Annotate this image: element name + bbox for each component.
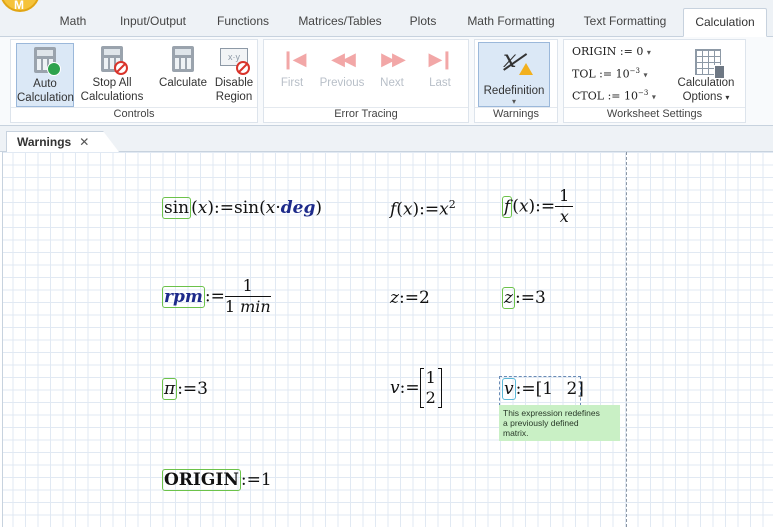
redefinition-warning-tooltip: This expression redefines a previously d… bbox=[499, 405, 620, 441]
disable-region-icon: x·y bbox=[220, 45, 250, 75]
chevron-down-icon: ▾ bbox=[725, 93, 730, 102]
first-icon: ❙◀ bbox=[280, 49, 307, 69]
auto-calculation-icon bbox=[31, 46, 61, 76]
worksheet-settings-group-label: Worksheet Settings bbox=[564, 107, 745, 121]
next-icon: ▶▶ bbox=[381, 49, 406, 69]
redefinition-highlight: rpm bbox=[162, 285, 205, 308]
tol-setting[interactable]: TOL := 10−3 ▾ bbox=[572, 67, 647, 81]
math-region-rpm-definition[interactable]: rpm:= 1 1 min bbox=[162, 276, 271, 317]
chevron-down-icon: ▾ bbox=[643, 70, 648, 80]
redefinition-highlight: v bbox=[502, 378, 516, 400]
first-error-button[interactable]: ❙◀ First bbox=[272, 43, 312, 107]
redefinition-button[interactable]: x Redefinition ▾ bbox=[478, 42, 550, 107]
warnings-group: x Redefinition ▾ Warnings bbox=[474, 39, 558, 123]
redefinition-highlight: π bbox=[162, 378, 178, 400]
document-tab-warnings[interactable]: Warnings ✕ bbox=[6, 131, 104, 152]
math-region-z-equals-3[interactable]: z:=3 bbox=[502, 287, 546, 309]
warnings-group-label: Warnings bbox=[475, 107, 557, 121]
redefinition-highlight: sin bbox=[162, 197, 192, 219]
chevron-down-icon: ▾ bbox=[651, 92, 656, 102]
tab-matrices-tables[interactable]: Matrices/Tables bbox=[292, 8, 388, 37]
math-region-z-equals-2[interactable]: z:=2 bbox=[390, 288, 430, 308]
ribbon: Auto Calculation Stop All Calculations C… bbox=[0, 37, 773, 126]
tab-plots[interactable]: Plots bbox=[402, 8, 444, 37]
chevron-down-icon: ▾ bbox=[646, 48, 651, 57]
math-region-origin-definition[interactable]: ORIGIN:=1 bbox=[162, 469, 272, 491]
controls-group: Auto Calculation Stop All Calculations C… bbox=[10, 39, 258, 123]
document-tab-bar: Warnings ✕ bbox=[0, 126, 773, 152]
ribbon-tab-bar: M Math Input/Output Functions Matrices/T… bbox=[0, 0, 773, 37]
close-icon[interactable]: ✕ bbox=[79, 135, 89, 149]
previous-icon: ◀◀ bbox=[331, 49, 356, 69]
previous-error-button[interactable]: ◀◀ Previous bbox=[316, 43, 368, 107]
tab-functions[interactable]: Functions bbox=[210, 8, 276, 37]
math-region-f-square[interactable]: f(x):=x2 bbox=[390, 198, 456, 220]
error-tracing-group: ❙◀ First ◀◀ Previous ▶▶ Next ▶❙ Last Err… bbox=[263, 39, 469, 123]
last-icon: ▶❙ bbox=[428, 49, 455, 69]
last-error-button[interactable]: ▶❙ Last bbox=[420, 43, 460, 107]
ctol-setting[interactable]: CTOL := 10−3 ▾ bbox=[572, 89, 656, 103]
math-region-f-reciprocal[interactable]: f (x):= 1 x bbox=[502, 186, 574, 227]
stop-calculations-icon bbox=[98, 45, 128, 75]
redefinition-highlight: f bbox=[502, 195, 513, 218]
calculate-button[interactable]: Calculate bbox=[157, 43, 209, 107]
error-tracing-group-label: Error Tracing bbox=[264, 107, 468, 121]
math-region-v-row-vector[interactable]: v:=[1 2] bbox=[502, 378, 584, 400]
redefinition-highlight: z bbox=[502, 287, 515, 309]
tab-calculation[interactable]: Calculation bbox=[683, 8, 767, 37]
math-region-pi-definition[interactable]: π:=3 bbox=[162, 378, 208, 400]
stop-all-calculations-button[interactable]: Stop All Calculations bbox=[77, 43, 147, 107]
tab-text-formatting[interactable]: Text Formatting bbox=[578, 8, 672, 37]
calculator-icon bbox=[169, 45, 197, 73]
math-region-sin-definition[interactable]: sin (x):=sin(x·deg) bbox=[162, 197, 322, 219]
redefinition-warning-icon: x bbox=[479, 43, 549, 85]
worksheet-grid-icon bbox=[681, 45, 731, 79]
chevron-down-icon: ▾ bbox=[511, 97, 516, 106]
calculation-options-button[interactable]: Calculation Options ▾ bbox=[668, 43, 744, 107]
page-boundary-line bbox=[626, 152, 627, 527]
disable-region-button[interactable]: x·y Disable Region bbox=[211, 43, 257, 107]
controls-group-label: Controls bbox=[11, 107, 257, 121]
worksheet-settings-group: ORIGIN := 0 ▾ TOL := 10−3 ▾ CTOL := 10−3… bbox=[563, 39, 746, 123]
redefinition-highlight: ORIGIN bbox=[162, 469, 241, 491]
app-logo[interactable]: M bbox=[0, 0, 40, 12]
math-region-v-column-vector[interactable]: v:= 1 2 bbox=[390, 368, 442, 408]
tab-math-formatting[interactable]: Math Formatting bbox=[462, 8, 560, 37]
origin-setting[interactable]: ORIGIN := 0 ▾ bbox=[572, 45, 651, 58]
tab-math[interactable]: Math bbox=[48, 8, 98, 37]
next-error-button[interactable]: ▶▶ Next bbox=[374, 43, 410, 107]
worksheet-canvas[interactable]: sin (x):=sin(x·deg) f(x):=x2 f (x):= 1 x rpm… bbox=[0, 152, 773, 527]
auto-calculation-button[interactable]: Auto Calculation bbox=[16, 43, 74, 107]
tab-input-output[interactable]: Input/Output bbox=[108, 8, 198, 37]
